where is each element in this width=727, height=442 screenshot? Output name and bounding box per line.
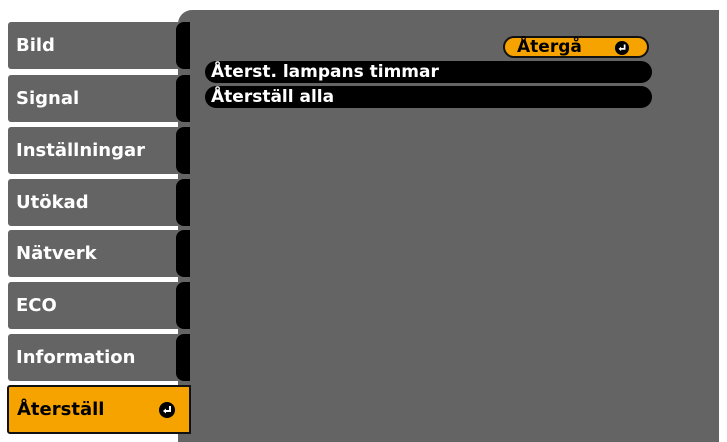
- tab-divider: [176, 75, 190, 122]
- enter-icon: [615, 41, 629, 55]
- tab-divider: [176, 127, 190, 174]
- tab-natverk[interactable]: Nätverk: [8, 230, 190, 277]
- tab-label: Utökad: [16, 192, 89, 213]
- tab-signal[interactable]: Signal: [8, 75, 190, 122]
- tab-divider: [176, 334, 190, 381]
- tab-eco[interactable]: ECO: [8, 282, 190, 329]
- tab-installningar[interactable]: Inställningar: [8, 127, 190, 174]
- tab-label: Inställningar: [16, 140, 146, 161]
- tab-divider: [176, 22, 190, 69]
- tab-divider: [176, 179, 190, 226]
- back-label: Återgå: [517, 37, 582, 57]
- tab-label: Nätverk: [16, 243, 97, 264]
- option-label: Återställ alla: [211, 87, 335, 107]
- tab-utokad[interactable]: Utökad: [8, 179, 190, 226]
- enter-icon: [159, 401, 175, 418]
- tab-aterstall[interactable]: Återställ: [7, 385, 191, 434]
- tab-divider: [176, 282, 190, 329]
- tab-divider: [176, 230, 190, 277]
- projector-menu: Bild Signal Inställningar Utökad Nätverk…: [0, 0, 727, 442]
- tab-bild[interactable]: Bild: [8, 22, 190, 69]
- tab-label: Signal: [16, 88, 80, 109]
- tab-label: ECO: [16, 295, 57, 316]
- option-label: Återst. lampans timmar: [211, 62, 439, 82]
- back-button[interactable]: Återgå: [503, 36, 649, 58]
- option-reset-lamp-hours[interactable]: Återst. lampans timmar: [205, 61, 652, 83]
- tab-label: Bild: [16, 35, 55, 56]
- tab-label: Återställ: [17, 399, 105, 420]
- tab-information[interactable]: Information: [8, 334, 190, 381]
- tab-label: Information: [16, 347, 136, 368]
- option-reset-all[interactable]: Återställ alla: [205, 86, 652, 108]
